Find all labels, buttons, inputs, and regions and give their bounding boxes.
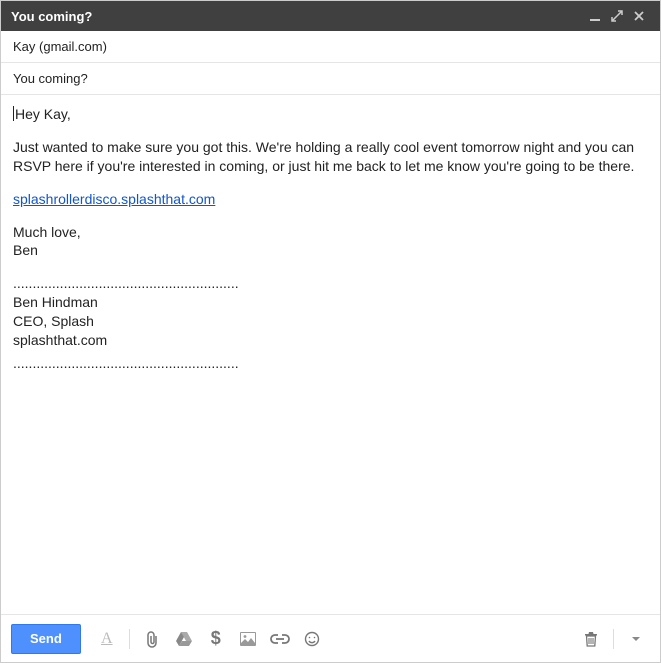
compose-window: You coming? Kay (gmail.com) You coming? … bbox=[0, 0, 661, 663]
rsvp-link[interactable]: splashrollerdisco.splashthat.com bbox=[13, 191, 215, 207]
formatting-icon[interactable]: A bbox=[93, 625, 121, 653]
minimize-icon[interactable] bbox=[584, 10, 606, 22]
insert-photo-icon[interactable] bbox=[234, 625, 262, 653]
message-body[interactable]: Hey Kay, Just wanted to make sure you go… bbox=[1, 95, 660, 614]
more-options-icon[interactable] bbox=[622, 625, 650, 653]
drive-icon[interactable] bbox=[170, 625, 198, 653]
close-icon[interactable] bbox=[628, 10, 650, 22]
signature-site: splashthat.com bbox=[13, 331, 648, 350]
titlebar[interactable]: You coming? bbox=[1, 1, 660, 31]
insert-link-icon[interactable] bbox=[266, 625, 294, 653]
to-field[interactable]: Kay (gmail.com) bbox=[1, 31, 660, 63]
expand-icon[interactable] bbox=[606, 10, 628, 22]
compose-toolbar: Send A $ bbox=[1, 614, 660, 662]
attach-file-icon[interactable] bbox=[138, 625, 166, 653]
toolbar-separator-right bbox=[613, 629, 614, 649]
text-caret bbox=[13, 106, 14, 121]
body-signoff-line2: Ben bbox=[13, 241, 648, 260]
toolbar-separator bbox=[129, 629, 130, 649]
subject-field[interactable]: You coming? bbox=[1, 63, 660, 95]
body-paragraph: Just wanted to make sure you got this. W… bbox=[13, 138, 648, 176]
to-value: Kay (gmail.com) bbox=[13, 39, 107, 54]
discard-draft-icon[interactable] bbox=[577, 625, 605, 653]
send-money-icon[interactable]: $ bbox=[202, 625, 230, 653]
window-title: You coming? bbox=[11, 9, 92, 24]
signature-title: CEO, Splash bbox=[13, 312, 648, 331]
subject-value: You coming? bbox=[13, 71, 88, 86]
signature-divider-bottom: ........................................… bbox=[13, 354, 648, 373]
signature-name: Ben Hindman bbox=[13, 293, 648, 312]
signature-divider-top: ........................................… bbox=[13, 274, 648, 293]
send-button[interactable]: Send bbox=[11, 624, 81, 654]
body-signoff-line1: Much love, bbox=[13, 223, 648, 242]
insert-emoji-icon[interactable] bbox=[298, 625, 326, 653]
body-greeting: Hey Kay, bbox=[15, 106, 71, 122]
